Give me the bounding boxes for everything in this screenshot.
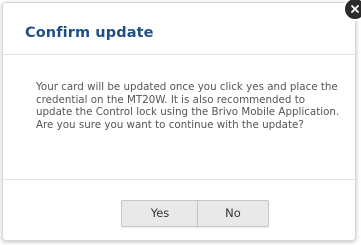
dialog-header: Confirm update bbox=[3, 3, 355, 55]
confirm-update-dialog: Confirm update Your card will be updated… bbox=[2, 0, 361, 241]
close-icon bbox=[350, 4, 360, 14]
dialog-footer: Yes No bbox=[3, 179, 355, 241]
dialog-message: Your card will be updated once you click… bbox=[36, 81, 340, 131]
dialog-title: Confirm update bbox=[25, 25, 154, 41]
no-button[interactable]: No bbox=[197, 200, 269, 227]
yes-button[interactable]: Yes bbox=[121, 200, 199, 227]
